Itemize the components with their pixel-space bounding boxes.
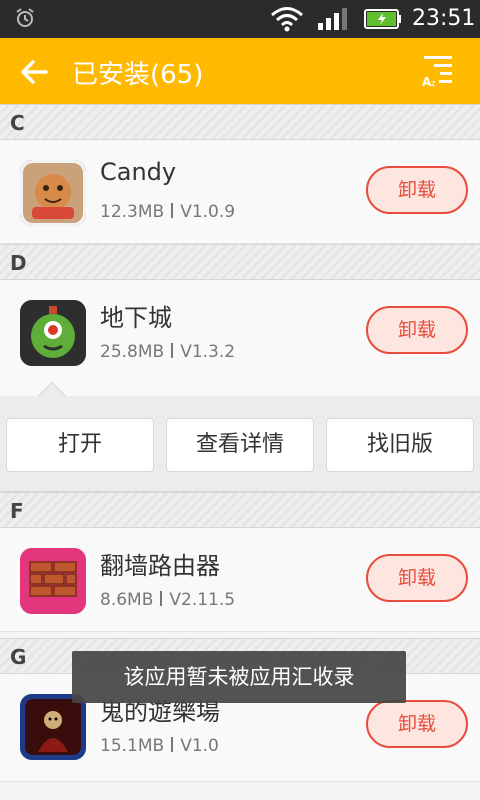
app-meta: 25.8MB V1.3.2	[100, 342, 235, 362]
app-name: Candy	[100, 158, 177, 186]
brick-wall-app-icon	[20, 548, 86, 614]
app-action-panel: 打开 查看详情 找旧版	[0, 381, 480, 492]
section-letter: F	[10, 499, 24, 523]
section-header-d: D	[0, 244, 480, 280]
app-bar: 已安装(65) A z	[0, 38, 480, 104]
open-button[interactable]: 打开	[6, 418, 154, 472]
app-row-dungeon[interactable]: 地下城 25.8MB V1.3.2 卸载	[0, 280, 480, 396]
app-name: 地下城	[100, 304, 172, 332]
toast-message: 该应用暂未被应用汇收录	[72, 651, 406, 703]
sort-az-icon[interactable]: A z	[420, 54, 456, 88]
ghost-playground-app-icon	[20, 694, 86, 760]
clock: 23:51	[412, 6, 476, 31]
meta-divider	[160, 591, 163, 606]
candy-app-icon	[20, 160, 86, 226]
app-size: 25.8MB	[100, 342, 165, 362]
app-row-candy[interactable]: Candy 12.3MB V1.0.9 卸载	[0, 140, 480, 244]
app-version: V1.0	[180, 736, 219, 756]
section-letter: C	[10, 111, 25, 135]
battery-icon	[364, 9, 401, 29]
app-version: V2.11.5	[169, 590, 236, 610]
meta-divider	[171, 737, 174, 752]
app-meta: 8.6MB V2.11.5	[100, 590, 235, 610]
app-name: 翻墙路由器	[100, 552, 220, 580]
svg-text:z: z	[431, 79, 436, 88]
uninstall-button[interactable]: 卸载	[366, 700, 468, 748]
app-size: 15.1MB	[100, 736, 165, 756]
uninstall-button[interactable]: 卸载	[366, 166, 468, 214]
app-version: V1.3.2	[180, 342, 236, 362]
alarm-icon	[16, 8, 34, 27]
app-version: V1.0.9	[180, 202, 236, 222]
find-old-version-button[interactable]: 找旧版	[326, 418, 474, 472]
section-header-f: F	[0, 492, 480, 528]
dungeon-app-icon	[20, 300, 86, 366]
meta-divider	[171, 203, 174, 218]
app-size: 12.3MB	[100, 202, 165, 222]
signal-icon	[318, 8, 347, 30]
status-bar: 23:51	[0, 0, 480, 38]
section-header-c: C	[0, 104, 480, 140]
app-meta: 12.3MB V1.0.9	[100, 202, 235, 222]
app-row-vpn-router[interactable]: 翻墙路由器 8.6MB V2.11.5 卸载	[0, 528, 480, 632]
uninstall-button[interactable]: 卸载	[366, 554, 468, 602]
wifi-icon	[271, 7, 303, 32]
app-meta: 15.1MB V1.0	[100, 736, 219, 756]
app-size: 8.6MB	[100, 590, 154, 610]
section-letter: D	[10, 251, 27, 275]
back-arrow-icon[interactable]	[18, 56, 50, 88]
meta-divider	[171, 343, 174, 358]
section-letter: G	[10, 645, 27, 669]
page-title: 已安装(65)	[72, 60, 204, 90]
uninstall-button[interactable]: 卸载	[366, 306, 468, 354]
view-details-button[interactable]: 查看详情	[166, 418, 314, 472]
